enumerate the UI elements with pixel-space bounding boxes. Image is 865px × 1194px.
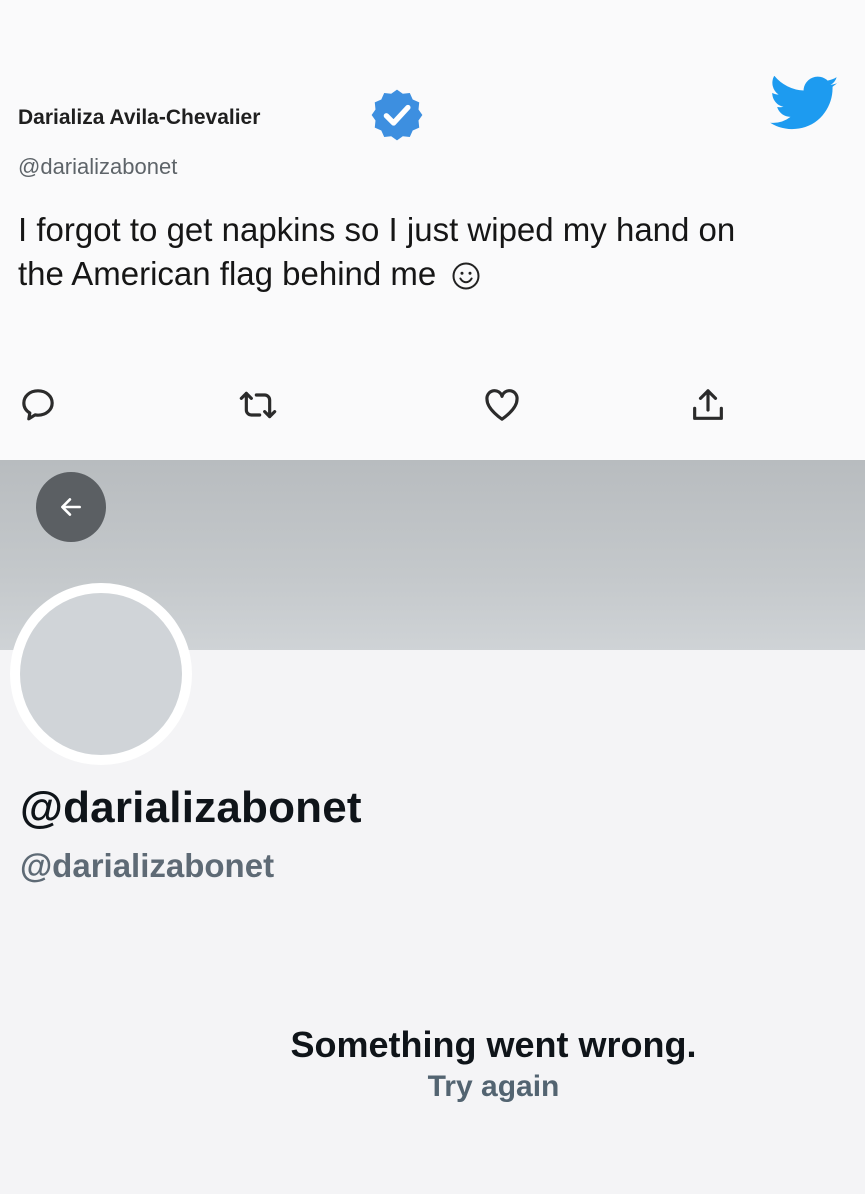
heart-icon [485,389,519,421]
tweet-author-handle[interactable]: @darializabonet [18,154,177,180]
reply-button[interactable] [18,385,58,425]
verified-badge-icon [371,89,423,141]
profile-handle: @darializabonet [20,847,275,884]
back-button[interactable] [36,472,106,542]
profile-page: @darializabonet @darializabonet Somethin… [0,460,865,1194]
share-icon [693,389,723,420]
profile-display-name: @darializabonet [20,783,362,832]
try-again-button[interactable]: Try again [0,1070,865,1104]
tweet-text-body: I forgot to get napkins so I just wiped … [18,211,736,292]
retweet-icon [239,391,277,419]
avatar[interactable] [20,593,182,755]
retweet-button[interactable] [238,385,278,425]
tweet-card: Darializa Avila-Chevalier @darializabone… [0,0,865,460]
smiley-emoji-icon [452,262,480,290]
reply-icon [22,389,54,421]
twitter-bird-icon [770,76,839,130]
tweet-text: I forgot to get napkins so I just wiped … [18,208,738,296]
share-button[interactable] [688,385,728,425]
tweet-author-name[interactable]: Darializa Avila-Chevalier [18,106,260,130]
error-message: Something went wrong. [290,1024,697,1065]
arrow-left-icon [61,498,81,516]
like-button[interactable] [482,385,522,425]
